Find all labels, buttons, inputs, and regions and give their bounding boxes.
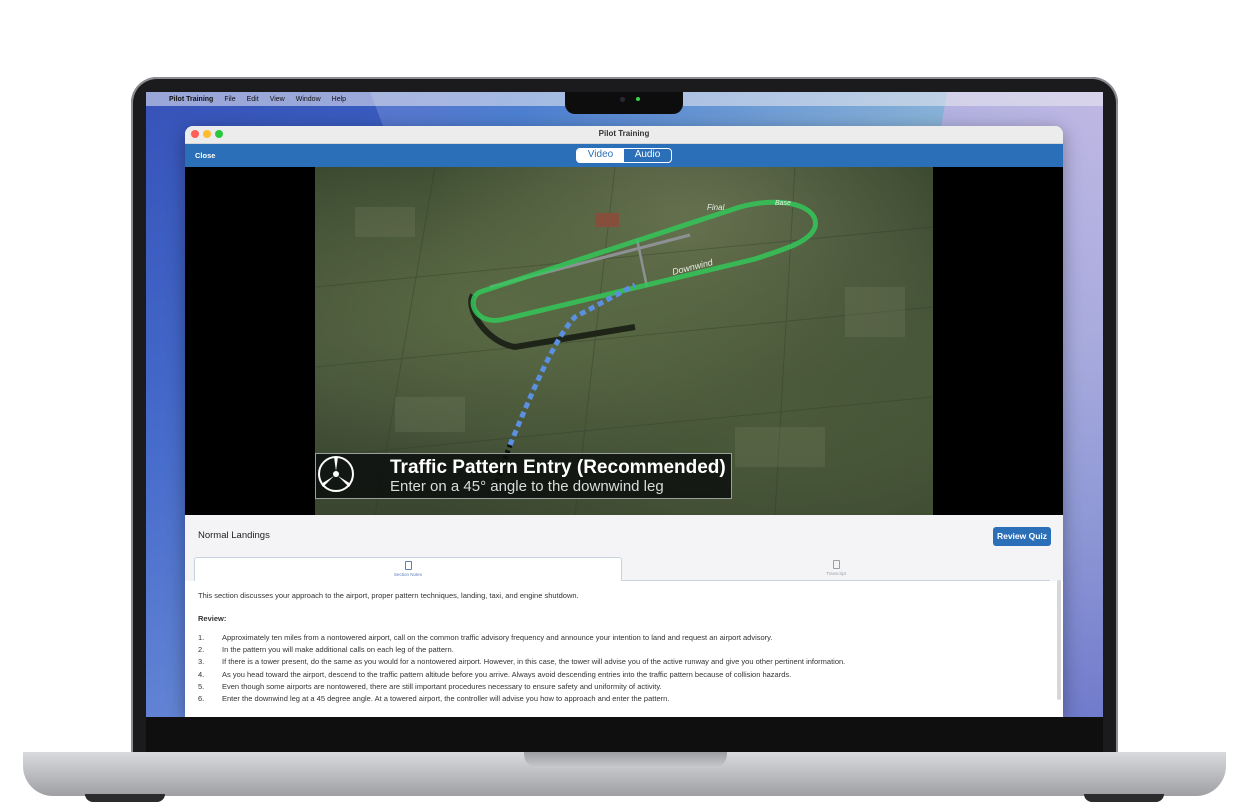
- laptop-chin: [146, 717, 1103, 752]
- menubar-app-name[interactable]: Pilot Training: [169, 96, 213, 103]
- list-item: 1. Approximately ten miles from a nontowe…: [198, 633, 773, 642]
- window-titlebar: Pilot Training: [185, 126, 1063, 144]
- menubar-item-view[interactable]: View: [270, 96, 285, 103]
- video-player[interactable]: Final Base Downwind Traffic Pattern Entr…: [185, 167, 1063, 515]
- lesson-title: Normal Landings: [198, 530, 270, 541]
- menubar-item-file[interactable]: File: [224, 96, 235, 103]
- notes-scrollbar[interactable]: [1057, 580, 1061, 700]
- tab-section-notes[interactable]: Section Notes: [194, 557, 622, 581]
- caption-subtitle: Enter on a 45° angle to the downwind leg: [390, 478, 664, 495]
- tab-section-notes-label: Section Notes: [393, 572, 422, 577]
- laptop-thumb-notch: [524, 752, 727, 768]
- camera-notch: [565, 92, 683, 114]
- caption-title: Traffic Pattern Entry (Recommended): [390, 457, 726, 478]
- review-list: 1. Approximately ten miles from a nontowe…: [198, 633, 1051, 703]
- notes-intro: This section discusses your approach to …: [198, 591, 579, 600]
- list-item: 4. As you head toward the airport, descen…: [198, 669, 792, 679]
- tab-transcript-label: Transcript: [826, 571, 846, 576]
- menubar-item-window[interactable]: Window: [296, 96, 321, 103]
- label-final: Final: [707, 203, 725, 212]
- camera-lens: [620, 97, 625, 102]
- pattern-path: [470, 199, 818, 323]
- app-window: Pilot Training Close Video Audio Final B…: [185, 126, 1063, 717]
- review-heading: Review:: [198, 614, 227, 623]
- content-tabs: Section Notes Transcript: [185, 557, 1063, 581]
- notes-icon: [404, 561, 412, 570]
- segment-audio[interactable]: Audio: [624, 149, 671, 162]
- list-item: 2. In the pattern you will make additiona…: [198, 645, 454, 655]
- list-item: 6. Enter the downwind leg at a 45 degree …: [198, 693, 670, 703]
- laptop-foot-left: [85, 794, 165, 802]
- transcript-icon: [832, 560, 840, 569]
- menubar-item-help[interactable]: Help: [332, 96, 346, 103]
- camera-indicator-light: [636, 97, 640, 101]
- navigation-bar: Close Video Audio: [185, 144, 1063, 167]
- video-frame[interactable]: Final Base Downwind Traffic Pattern Entr…: [315, 167, 933, 515]
- window-title: Pilot Training: [598, 129, 650, 138]
- list-item: 3. If there is a tower present, do the sa…: [198, 657, 846, 667]
- tab-transcript[interactable]: Transcript: [622, 557, 1050, 581]
- label-base: Base: [775, 200, 791, 207]
- video-caption: Traffic Pattern Entry (Recommended) Ente…: [315, 453, 732, 499]
- propeller-icon: [318, 456, 354, 492]
- close-button[interactable]: Close: [195, 151, 215, 160]
- review-quiz-button[interactable]: Review Quiz: [993, 527, 1051, 546]
- section-notes: This section discusses your approach to …: [185, 581, 1063, 717]
- list-item: 5. Even though some airports are nontower…: [198, 681, 662, 691]
- segment-video[interactable]: Video: [577, 149, 624, 162]
- lesson-header: Normal Landings Review Quiz: [185, 515, 1063, 557]
- media-segmented-control: Video Audio: [576, 148, 672, 163]
- menubar-item-edit[interactable]: Edit: [247, 96, 259, 103]
- entry-path: [507, 282, 637, 446]
- laptop-foot-right: [1084, 794, 1164, 802]
